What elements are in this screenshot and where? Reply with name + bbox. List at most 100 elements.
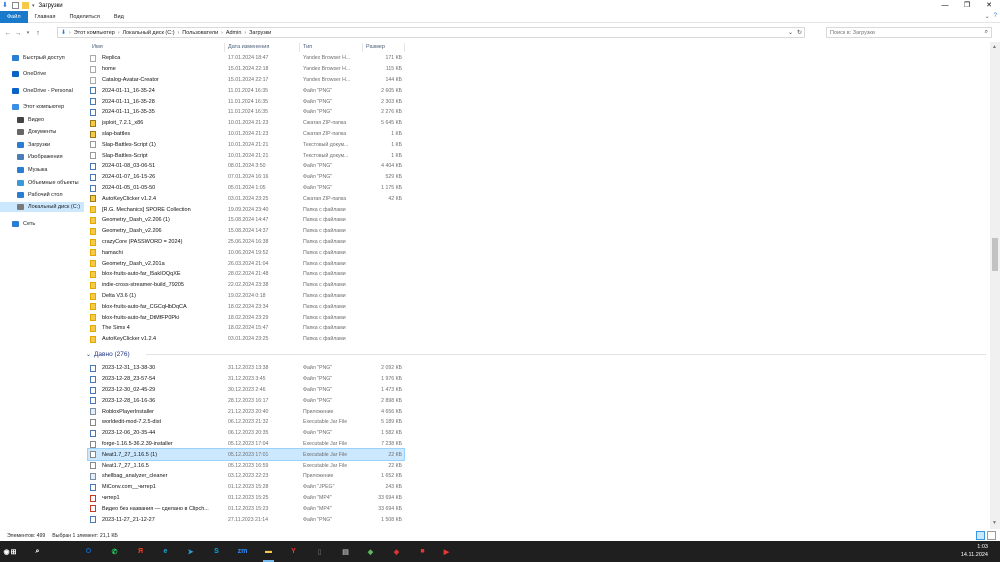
nav-item[interactable]: Локальный диск (C:) <box>0 202 84 212</box>
file-explorer-icon[interactable]: ▬ <box>262 545 275 562</box>
file-row[interactable]: Neat1.7_27_1.16.5 05.12.2023 16:59 Executa… <box>88 460 404 471</box>
file-row[interactable]: Видео без названия — сделано в Clipch...… <box>88 503 404 514</box>
file-row[interactable]: Catalog-Avatar-Creator 15.01.2024 22:17 Ya… <box>88 75 404 86</box>
file-row[interactable]: Delta V3.6 (1) 19.02.2024 0:18 Папка с фай… <box>88 291 404 302</box>
nav-item[interactable]: Сеть <box>0 219 84 229</box>
nav-item[interactable]: Загрузки <box>0 140 84 150</box>
column-divider[interactable] <box>299 43 300 52</box>
address-bar[interactable]: ⬇ › Этот компьютер › Локальный диск (C:)… <box>57 27 805 38</box>
expand-ribbon-icon[interactable]: ⌄ <box>985 13 990 20</box>
breadcrumb-users[interactable]: Пользователи <box>182 30 218 36</box>
skype-icon[interactable]: S <box>210 545 223 558</box>
file-row[interactable]: 2024-01-05_01-05-50 05.01.2024 1:05 Файл "… <box>88 183 404 194</box>
file-row[interactable]: 2023-12-28_16-16-36 28.12.2023 16:17 Файл … <box>88 395 404 406</box>
media-app-icon[interactable]: ■ <box>416 545 429 558</box>
file-row[interactable]: Neat1.7_27_1.16.5 (1) 05.12.2023 17:01 Exe… <box>87 448 405 462</box>
file-row[interactable]: 2023-12-31_13-38-30 31.12.2023 13:38 Файл … <box>88 363 404 374</box>
tab-file[interactable]: Файл <box>0 10 28 23</box>
tab-home[interactable]: Главная <box>28 11 63 23</box>
file-row[interactable]: 2024-01-11_16-35-28 11.01.2024 16:35 Файл … <box>88 96 404 107</box>
file-row[interactable]: читер1 01.12.2023 15:25 Файл "MP4" 33 694 К… <box>88 493 404 504</box>
refresh-icon[interactable]: ↻ <box>797 28 802 38</box>
file-row[interactable]: 2023-12-30_02-45-29 30.12.2023 2:46 Файл "… <box>88 385 404 396</box>
tab-share[interactable]: Поделиться <box>62 11 106 23</box>
file-row[interactable]: 2024-01-11_16-35-35 11.01.2024 16:35 Файл … <box>88 107 404 118</box>
nav-item[interactable]: Быстрый доступ <box>0 53 84 63</box>
column-divider[interactable] <box>224 43 225 52</box>
file-row[interactable]: 2023-12-28_23-57-54 31.12.2023 3:45 Файл "… <box>88 374 404 385</box>
breadcrumb-admin[interactable]: Admin <box>226 30 242 36</box>
file-row[interactable]: 2023-11-27_21-12-27 27.11.2023 21:14 Файл … <box>88 514 404 525</box>
nav-item[interactable]: OneDrive - Personal <box>0 86 84 96</box>
file-row[interactable]: blox-fruits-auto-far_CGCqHbDqCA 18.02.202… <box>88 301 404 312</box>
up-arrow-icon[interactable]: ↑ <box>33 30 43 37</box>
new-folder-icon[interactable] <box>22 2 29 9</box>
file-row[interactable]: shellbag_analyzer_cleaner 03.12.2023 22:2… <box>88 471 404 482</box>
close-button[interactable]: ✕ <box>978 0 1000 11</box>
back-arrow-icon[interactable]: ← <box>3 30 13 37</box>
column-divider[interactable] <box>404 43 405 52</box>
file-row[interactable]: The Sims 4 18.02.2024 15:47 Папка с файлам… <box>88 323 404 334</box>
file-row[interactable]: 2024-01-07_16-15-26 07.01.2024 16:16 Файл … <box>88 172 404 183</box>
minecraft-icon[interactable]: ◆ <box>364 545 377 558</box>
yandex-browser-icon[interactable]: Y <box>287 545 300 558</box>
download-arrow-icon[interactable]: ⬇ <box>2 2 9 9</box>
file-row[interactable]: AutoKeyClicker v1.2.4 03.01.2024 23:25 Пап… <box>88 334 404 345</box>
nav-item[interactable]: Изображения <box>0 152 84 162</box>
address-history-chevron-icon[interactable]: ⌄ <box>788 28 793 38</box>
minimize-button[interactable]: — <box>934 0 956 11</box>
file-row[interactable]: 2023-12-06_20-35-44 06.12.2023 20:35 Файл … <box>88 428 404 439</box>
file-row[interactable]: Geometry_Dash_v2.206 15.08.2024 14:37 Папк… <box>88 226 404 237</box>
player-icon[interactable]: ◉ <box>0 545 13 558</box>
group-header-old[interactable]: ⌄ Давно (276) <box>86 349 986 360</box>
search-icon[interactable]: ⌕ <box>31 545 44 558</box>
system-clock[interactable]: 1:03 14.11.2024 <box>961 543 988 559</box>
video-app-icon[interactable]: ▶ <box>440 545 453 558</box>
file-row[interactable]: home 15.01.2024 22:18 Yandex Browser H... 1… <box>88 64 404 75</box>
details-view-icon[interactable] <box>976 531 985 540</box>
column-divider[interactable] <box>362 43 363 52</box>
file-row[interactable]: worldedit-mod-7.2.5-dist 06.12.2023 21:32… <box>88 417 404 428</box>
column-header-name[interactable]: Имя <box>92 42 103 53</box>
yandex-icon[interactable]: Я <box>134 545 147 558</box>
breadcrumb-this-pc[interactable]: Этот компьютер <box>74 30 115 36</box>
file-row[interactable]: MiConv.com__читер1 01.12.2023 15:28 Файл "… <box>88 482 404 493</box>
file-row[interactable]: AutoKeyClicker v1.2.4 03.01.2024 23:25 Сжа… <box>88 193 404 204</box>
vertical-scrollbar[interactable]: ▲ ▼ <box>990 42 1000 529</box>
forward-arrow-icon[interactable]: → <box>13 30 23 37</box>
file-row[interactable]: 2024-01-08_03-06-51 08.01.2024 3:50 Файл "… <box>88 161 404 172</box>
nav-item[interactable]: Документы <box>0 127 84 137</box>
file-row[interactable]: [R.G. Mechanics] SPORE Collection 19.09.2… <box>88 204 404 215</box>
file-row[interactable]: Geometry_Dash_v2.201a 26.03.2024 21:04 Пап… <box>88 258 404 269</box>
chevron-down-icon[interactable]: ▾ <box>32 3 35 9</box>
nav-item[interactable]: Рабочий стол <box>0 190 84 200</box>
help-icon[interactable]: ? <box>994 13 997 20</box>
edge-icon[interactable]: e <box>159 545 172 558</box>
search-input[interactable] <box>830 29 980 36</box>
nav-item[interactable]: Объемные объекты <box>0 178 84 188</box>
breadcrumb-downloads[interactable]: Загрузки <box>249 30 271 36</box>
column-header-type[interactable]: Тип <box>303 42 312 53</box>
file-row[interactable]: crazyCore (PASSWORD = 2024) 25.06.2024 16… <box>88 237 404 248</box>
file-row[interactable]: blox-fruits-auto-far_I5akIOQqXE 28.02.202… <box>88 269 404 280</box>
search-box[interactable]: ⌕ <box>826 27 992 38</box>
scroll-down-arrow-icon[interactable]: ▼ <box>992 520 997 526</box>
file-row[interactable]: Replica 17.01.2024 18:47 Yandex Browser H.… <box>88 53 404 64</box>
search-icon[interactable]: ⌕ <box>985 29 988 36</box>
large-icons-view-icon[interactable] <box>987 531 996 540</box>
nav-item[interactable]: Этот компьютер <box>0 102 84 112</box>
maximize-button[interactable]: ❐ <box>956 0 978 11</box>
file-row[interactable]: Slap-Battles-Script 10.01.2024 21:21 Текст… <box>88 150 404 161</box>
file-row[interactable]: RobloxPlayerInstaller 21.12.2023 20:40 При… <box>88 406 404 417</box>
file-row[interactable]: slap-battles 10.01.2024 21:23 Сжатая ZIP-п… <box>88 129 404 140</box>
file-row[interactable]: Geometry_Dash_v2.206 (1) 15.08.2024 14:47… <box>88 215 404 226</box>
tab-view[interactable]: Вид <box>107 11 131 23</box>
file-row[interactable]: Slap-Battles-Script (1) 10.01.2024 21:21 Т… <box>88 139 404 150</box>
outlook-icon[interactable]: O <box>82 545 95 558</box>
zoom-icon[interactable]: zm <box>236 545 249 558</box>
telegram-icon[interactable]: ➤ <box>184 545 197 558</box>
app-icon-dark[interactable]: ▯ <box>313 545 326 558</box>
app-icon-gray[interactable]: ▤ <box>339 545 352 558</box>
nav-item[interactable]: OneDrive <box>0 69 84 79</box>
file-row[interactable]: forge-1.16.5-36.2.39-installer 05.12.2023… <box>88 439 404 450</box>
